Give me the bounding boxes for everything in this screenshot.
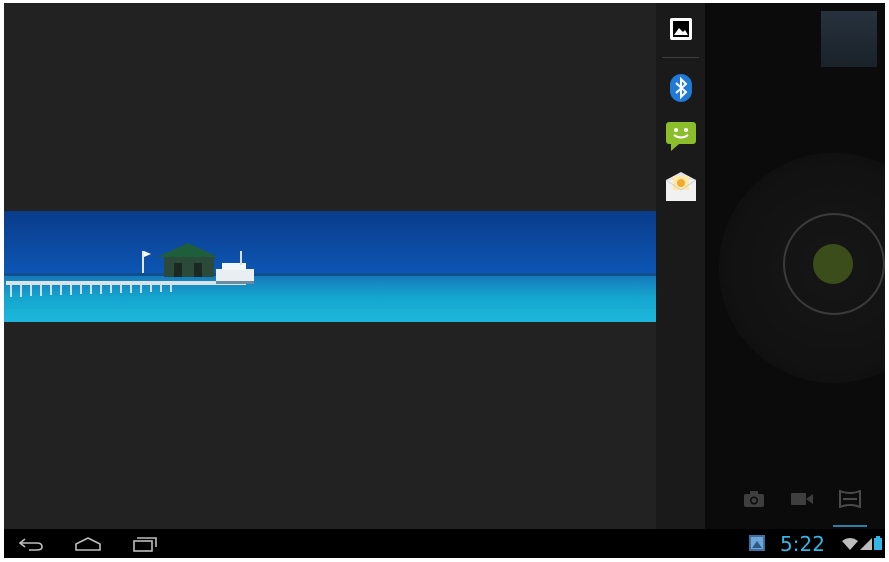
- recent-apps-icon[interactable]: [130, 533, 160, 555]
- gallery-icon[interactable]: [665, 13, 697, 45]
- email-icon[interactable]: [665, 171, 697, 203]
- system-navigation-bar: 5:22: [4, 529, 885, 558]
- home-icon[interactable]: [73, 533, 103, 555]
- panorama-icon[interactable]: [837, 489, 863, 509]
- camera-icon[interactable]: [741, 489, 767, 509]
- share-divider: [662, 57, 699, 58]
- messaging-icon[interactable]: [665, 120, 697, 152]
- bluetooth-icon[interactable]: [665, 72, 697, 104]
- wifi-icon: [842, 535, 858, 554]
- signal-icon: [860, 535, 872, 554]
- share-panel: [656, 3, 705, 529]
- video-icon[interactable]: [789, 489, 815, 509]
- seascape-panorama-image: [4, 211, 705, 322]
- screen-frame: 5:22: [4, 3, 885, 558]
- selected-mode-indicator: [833, 525, 867, 527]
- back-icon[interactable]: [16, 533, 46, 555]
- panorama-image[interactable]: [4, 211, 705, 322]
- status-clock[interactable]: 5:22: [780, 532, 825, 556]
- last-photo-thumbnail[interactable]: [821, 11, 877, 67]
- shutter-button[interactable]: [813, 244, 853, 284]
- screenshot-notification-icon[interactable]: [749, 535, 765, 551]
- battery-icon: [874, 535, 882, 554]
- camera-controls: [705, 3, 885, 529]
- status-icons[interactable]: [842, 535, 882, 554]
